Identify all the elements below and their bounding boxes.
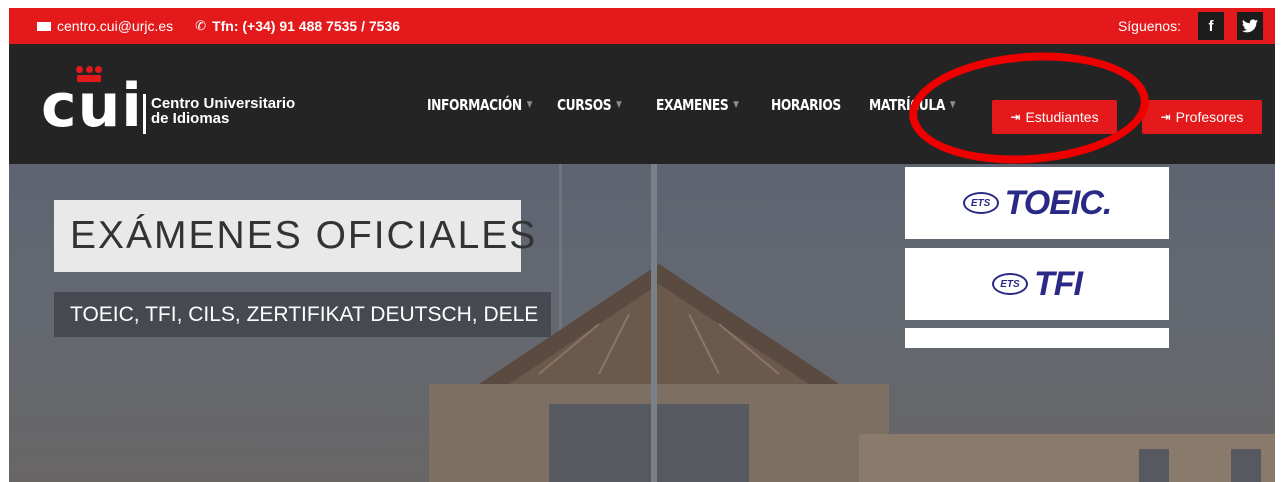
nav-item-examenes[interactable]: EXAMENES ▼	[656, 96, 739, 114]
sign-in-icon: ⇥	[1160, 110, 1171, 124]
page-frame: centro.cui@urjc.es ✆ Tfn: (+34) 91 488 7…	[9, 8, 1275, 482]
chevron-down-icon: ▼	[616, 100, 622, 110]
exam-name: TOEIC.	[1004, 183, 1113, 222]
logo-line-1: Centro Universitario	[151, 95, 296, 112]
ets-logo-icon: ETS	[992, 273, 1028, 295]
nav-item-label: HORARIOS	[771, 96, 841, 114]
phone-icon: ✆	[195, 18, 207, 33]
chevron-down-icon: ▼	[733, 100, 739, 110]
exam-name: TFI	[1034, 264, 1083, 303]
building-window	[549, 404, 749, 482]
exam-card-tfi[interactable]: ETS TFI	[905, 248, 1169, 320]
nav-item-horarios[interactable]: HORARIOS	[771, 96, 841, 114]
twitter-icon[interactable]	[1237, 12, 1263, 40]
email-text: centro.cui@urjc.es	[57, 18, 174, 34]
background-pole	[651, 164, 657, 482]
chevron-down-icon: ▼	[526, 100, 533, 110]
building-window	[1231, 449, 1261, 482]
phone-link[interactable]: ✆ Tfn: (+34) 91 488 7535 / 7536	[195, 18, 400, 34]
exam-card-partial[interactable]	[905, 328, 1169, 348]
ets-logo-icon: ETS	[962, 192, 999, 214]
logo-line-2: de Idiomas	[151, 110, 230, 127]
email-link[interactable]: centro.cui@urjc.es	[37, 18, 173, 34]
hero-title: EXÁMENES OFICIALES	[54, 200, 535, 272]
logo-letters: cui	[41, 71, 143, 141]
mail-icon	[37, 21, 51, 31]
building-window	[1139, 449, 1169, 482]
teachers-button-label: Profesores	[1175, 109, 1244, 125]
facebook-icon[interactable]: f	[1198, 12, 1224, 40]
nav-item-label: CURSOS	[557, 96, 612, 114]
logo-text: Centro Universitario de Idiomas	[151, 96, 295, 126]
building-wing	[859, 434, 1275, 482]
nav-item-label: INFORMACIÓN	[427, 96, 522, 114]
nav-item-cursos[interactable]: CURSOS ▼	[557, 96, 622, 114]
nav-item-label: EXAMENES	[656, 96, 729, 114]
top-contact-bar: centro.cui@urjc.es ✆ Tfn: (+34) 91 488 7…	[9, 8, 1275, 44]
phone-text: Tfn: (+34) 91 488 7535 / 7536	[212, 18, 401, 34]
hero-subtitle: TOEIC, TFI, CILS, ZERTIFIKAT DEUTSCH, DE…	[54, 292, 551, 337]
exam-card-toeic[interactable]: ETS TOEIC.	[905, 167, 1169, 239]
follow-label: Síguenos:	[1117, 18, 1181, 34]
teachers-login-button[interactable]: ⇥ Profesores	[1142, 100, 1262, 134]
nav-item-informacion[interactable]: INFORMACIÓN ▼	[427, 96, 532, 114]
twitter-bird-icon	[1242, 19, 1258, 33]
logo-divider	[143, 94, 146, 134]
contact-info: centro.cui@urjc.es ✆ Tfn: (+34) 91 488 7…	[37, 8, 400, 44]
